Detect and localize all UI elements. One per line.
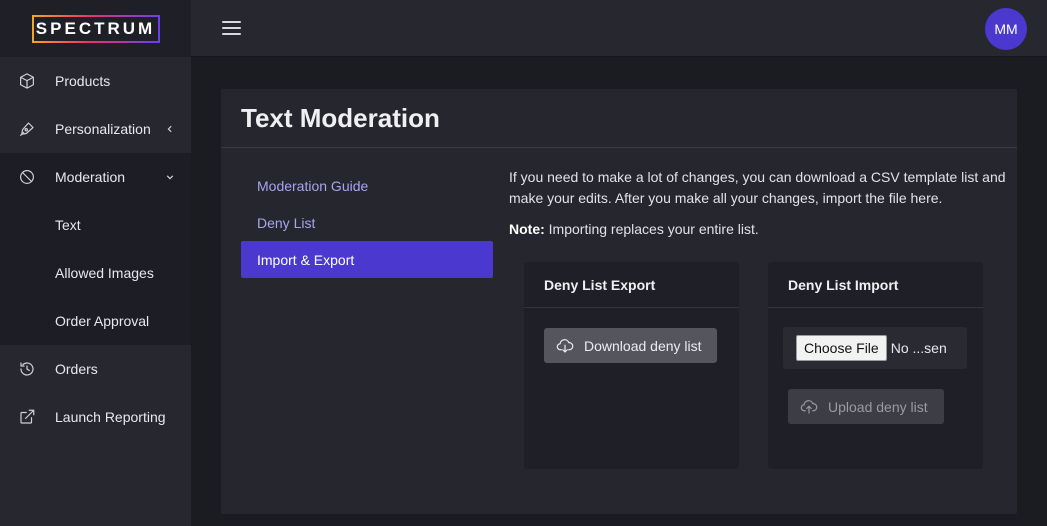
sidebar-item-label: Launch Reporting: [55, 409, 166, 425]
sidebar-item-products[interactable]: Products: [0, 57, 191, 105]
sidebar-subitem-text[interactable]: Text: [0, 201, 191, 249]
sidebar-nav: Products Personalization Moderation: [0, 57, 191, 201]
description-text: If you need to make a lot of changes, yo…: [509, 169, 1006, 206]
download-deny-list-button[interactable]: Download deny list: [544, 328, 717, 363]
sidebar-nav-lower: Orders Launch Reporting: [0, 345, 191, 441]
cloud-upload-icon: [800, 399, 818, 414]
deny-list-import-panel: Deny List Import Choose File No ...sen U…: [768, 262, 983, 469]
chevron-down-icon: [165, 172, 175, 182]
chevron-left-icon: [165, 124, 175, 134]
sidebar: SPECTRUM Products Personalization Modera…: [0, 0, 191, 526]
logo-area: SPECTRUM: [0, 0, 191, 57]
upload-button-label: Upload deny list: [828, 398, 928, 415]
sidebar-item-label: Moderation: [55, 169, 126, 185]
text-moderation-card: Text Moderation Moderation Guide Deny Li…: [221, 89, 1017, 514]
sidebar-subitem-order-approval[interactable]: Order Approval: [0, 297, 191, 345]
page-title: Text Moderation: [241, 102, 440, 133]
note-label: Note:: [509, 221, 545, 237]
sidebar-item-orders[interactable]: Orders: [0, 345, 191, 393]
subnav-moderation-guide[interactable]: Moderation Guide: [241, 167, 493, 204]
subnav-import-export[interactable]: Import & Export: [241, 241, 493, 278]
sidebar-item-label: Products: [55, 73, 111, 89]
moderation-submenu: Text Allowed Images Order Approval: [0, 201, 191, 345]
hamburger-menu-icon[interactable]: [222, 19, 241, 37]
import-panel-title: Deny List Import: [768, 262, 983, 308]
note-body: Importing replaces your entire list.: [544, 221, 759, 237]
ban-icon: [18, 168, 36, 186]
export-panel-title: Deny List Export: [524, 262, 739, 308]
cube-icon: [18, 72, 36, 90]
sidebar-item-launch-reporting[interactable]: Launch Reporting: [0, 393, 191, 441]
spectrum-logo[interactable]: SPECTRUM: [31, 14, 160, 43]
pen-nib-icon: [18, 120, 36, 138]
download-button-label: Download deny list: [584, 337, 702, 354]
note-text: Note: Importing replaces your entire lis…: [509, 219, 1009, 239]
moderation-subnav: Moderation Guide Deny List Import & Expo…: [241, 167, 493, 278]
sidebar-item-personalization[interactable]: Personalization: [0, 105, 191, 153]
topbar: MM: [191, 0, 1047, 57]
sidebar-item-label: Personalization: [55, 121, 151, 137]
logo-text: SPECTRUM: [33, 16, 158, 41]
file-status-text: No ...sen: [890, 340, 947, 356]
avatar[interactable]: MM: [985, 8, 1027, 50]
upload-deny-list-button[interactable]: Upload deny list: [788, 389, 944, 424]
sidebar-item-label: Orders: [55, 361, 98, 377]
external-link-icon: [18, 408, 36, 426]
import-export-content: If you need to make a lot of changes, yo…: [509, 167, 1009, 239]
history-icon: [18, 360, 36, 378]
cloud-download-icon: [556, 338, 574, 353]
card-header: Text Moderation: [221, 89, 1017, 148]
file-input: Choose File No ...sen: [783, 327, 967, 369]
sidebar-subitem-allowed-images[interactable]: Allowed Images: [0, 249, 191, 297]
subnav-deny-list[interactable]: Deny List: [241, 204, 493, 241]
choose-file-button[interactable]: Choose File: [796, 335, 887, 361]
sidebar-item-moderation[interactable]: Moderation: [0, 153, 191, 201]
deny-list-export-panel: Deny List Export Download deny list: [524, 262, 739, 469]
